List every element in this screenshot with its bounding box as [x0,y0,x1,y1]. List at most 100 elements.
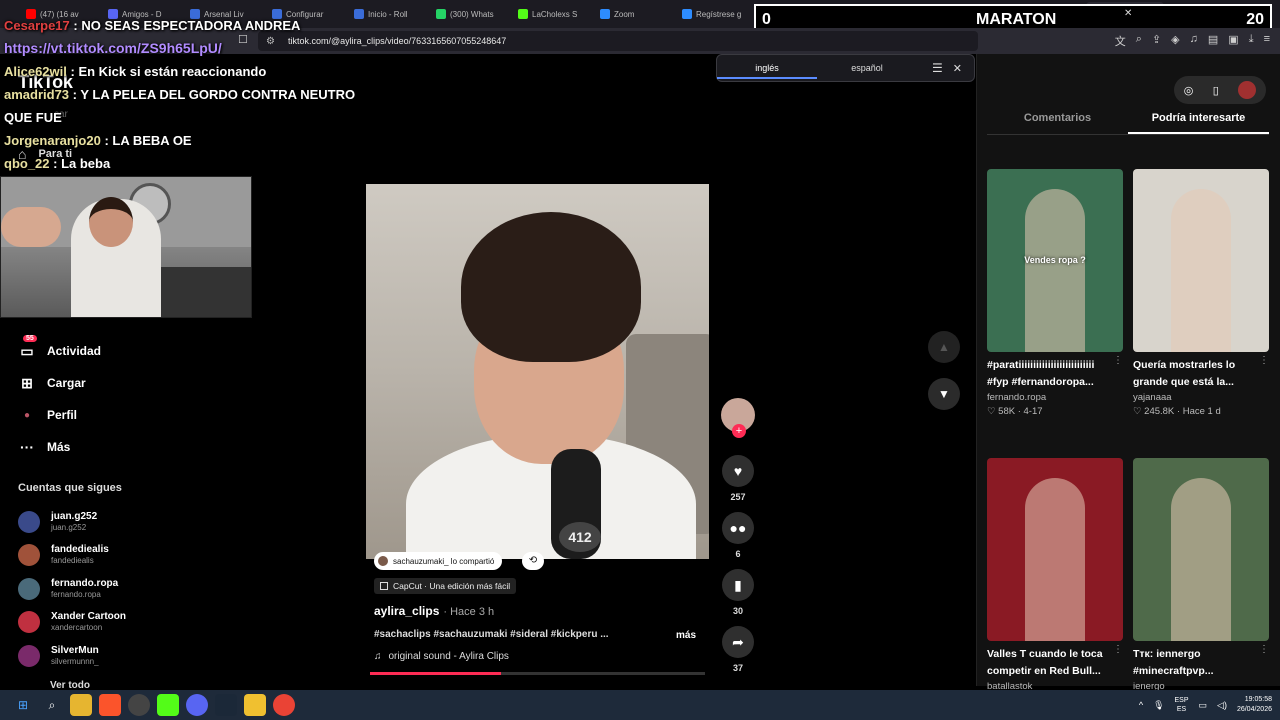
video-thumbnail[interactable] [987,458,1123,641]
recommended-video-card[interactable]: Valles T cuando le toca competir en Red … [987,458,1123,706]
card-title[interactable]: #paratiiiiiiiiiiiiiiiiiiiiiiiiii #fyp #f… [987,357,1123,391]
comment-icon: ●● [722,512,754,544]
sidebar-icon[interactable]: ▤ [1208,33,1218,49]
card-author[interactable]: fernando.ropa [987,392,1123,403]
heart-outline-icon: ♡ [987,406,999,417]
stream-chat-overlay: Cesarpe17 : NO SEAS ESPECTADORA ANDREA ht… [4,14,355,175]
more-options-icon[interactable]: ⋮ [1259,355,1269,366]
url-field[interactable]: ⚙ tiktok.com/@aylira_clips/video/7633165… [258,31,978,51]
discord-icon[interactable] [186,694,208,716]
mic-icon[interactable]: 🎙 [1153,700,1164,711]
browser-tab[interactable]: (300) Whats [430,2,508,26]
browser-tab[interactable]: Zoom [594,2,672,26]
volume-icon[interactable]: ◁) [1217,700,1227,711]
comment-button[interactable]: ●● 6 [722,512,754,559]
profile-icon: ● [23,409,31,421]
video-player[interactable]: 412 [366,184,709,559]
following-item[interactable]: SilverMun silvermunnn_ [18,639,238,673]
recommended-video-card[interactable]: Quería mostrarles lo grande que está la.… [1133,169,1269,417]
author-name[interactable]: aylira_clips [374,604,439,618]
obs-icon[interactable] [128,694,150,716]
repost-icon[interactable]: ⟲ [522,552,544,570]
download-icon[interactable]: ⤓ [1249,33,1254,49]
chat-text: En Kick si están reaccionando [78,64,267,79]
following-item[interactable]: Xander Cartoon xandercartoon [18,606,238,640]
language-indicator[interactable]: ESP ES [1175,696,1189,714]
sidebar-item-profile[interactable]: ● Perfil [18,399,238,431]
browser-tab[interactable]: Inicio - Roll [348,2,426,26]
chrome-icon[interactable] [273,694,295,716]
creator-avatar[interactable]: + [721,398,755,438]
music-icon[interactable]: ♫ [1190,33,1198,49]
phone-icon[interactable]: ▯ [1213,84,1219,97]
video-thumbnail[interactable]: Vendes ropa ? [987,169,1123,352]
more-options-icon[interactable]: ⋮ [1113,355,1123,366]
card-title[interactable]: Tтк: iennergo #minecraftpvp... [1133,646,1269,680]
video-progress-bar[interactable] [370,672,705,675]
following-name: fernando.ropa [51,577,119,589]
brave-icon[interactable] [99,694,121,716]
chat-message: Jorgenaranjo20 : LA BEBA OE [4,129,355,152]
sidebar-item-activity[interactable]: ▭ 55 Actividad [18,335,238,367]
following-title: Cuentas que sigues [18,482,122,494]
sharer-avatar [378,556,388,566]
user-avatar[interactable] [1238,81,1257,99]
shield-icon[interactable]: ◈ [1171,33,1179,49]
clock[interactable]: 19:05:58 26/04/2026 [1237,695,1272,715]
tab-close-icon[interactable]: ✕ [1124,8,1132,19]
like-button[interactable]: ♥ 257 [722,455,754,502]
windows-start-icon[interactable]: ⊞ [12,694,34,716]
prev-video-button[interactable]: ▲ [928,331,960,363]
compass-icon[interactable]: ◎ [1184,84,1194,97]
translate-option-english[interactable]: inglés [717,63,817,79]
translate-icon[interactable]: 文 [1115,33,1126,49]
close-icon[interactable]: ✕ [953,62,962,75]
chevron-up-icon[interactable]: ^ [1139,700,1143,710]
kick-icon[interactable] [157,694,179,716]
sidebar-item-more[interactable]: ··· Más [18,431,238,463]
card-author[interactable]: yajanaaa [1133,392,1269,403]
browser-tab[interactable]: LaCholexs S [512,2,590,26]
menu-icon[interactable]: ≡ [1264,33,1270,49]
avatar [18,544,40,567]
translate-menu-icon[interactable]: ☰ [932,61,943,75]
card-stats: ♡ 245.8K · Hace 1 d [1133,406,1221,417]
tab-comments[interactable]: Comentarios [987,112,1128,134]
tab-recommended[interactable]: Podría interesarte [1128,112,1269,134]
shared-by-chip[interactable]: sachauzumaki_ lo compartió [374,552,503,570]
following-item[interactable]: fernando.ropa fernando.ropa [18,572,238,606]
following-item[interactable]: juan.g252 juan.g252 [18,505,238,539]
following-item[interactable]: fandediealis fandediealis [18,539,238,573]
video-thumbnail[interactable] [1133,169,1269,352]
card-likes: 245.8K [1144,406,1175,417]
more-options-icon[interactable]: ⋮ [1113,644,1123,655]
recommended-video-card[interactable]: Tтк: iennergo #minecraftpvp...⋮ienergo♡ … [1133,458,1269,706]
follow-plus-icon[interactable]: + [732,424,746,438]
next-video-button[interactable]: ▼ [928,378,960,410]
more-button[interactable]: más [676,630,696,641]
sound-link[interactable]: ♫ original sound - Aylira Clips [374,651,509,662]
steam-icon[interactable] [215,694,237,716]
card-title[interactable]: Quería mostrarles lo grande que está la.… [1133,357,1269,391]
share-button[interactable]: ➦ 37 [722,626,754,673]
card-title[interactable]: Valles T cuando le toca competir en Red … [987,646,1123,680]
video-thumbnail[interactable] [1133,458,1269,641]
save-count: 30 [732,606,743,616]
wallet-icon[interactable]: ▣ [1228,33,1238,49]
network-icon[interactable]: ▭ [1199,700,1208,711]
capcut-chip[interactable]: CapCut · Una edición más fácil [374,578,517,594]
save-button[interactable]: ▮ 30 [722,569,754,616]
search-icon[interactable]: ⌕ [41,694,63,716]
app-icon[interactable] [244,694,266,716]
recommended-video-card[interactable]: Vendes ropa ? #paratiiiiiiiiiiiiiiiiiiiii… [987,169,1123,417]
sidebar-item-upload[interactable]: ⊞ Cargar [18,367,238,399]
more-options-icon[interactable]: ⋮ [1259,644,1269,655]
file-explorer-icon[interactable] [70,694,92,716]
video-author[interactable]: aylira_clips · Hace 3 h [374,604,494,618]
taskbar: ⊞ ⌕ ^ 🎙 ESP ES ▭ ◁) 19:05:58 26/04/2026 [0,690,1280,720]
browser-tab[interactable]: Regístrese g [676,2,754,26]
video-hashtags[interactable]: #sachaclips #sachauzumaki #sideral #kick… [374,629,609,640]
translate-option-spanish[interactable]: español [817,63,917,73]
share-icon[interactable]: ⇪ [1152,33,1161,49]
zoom-icon[interactable]: ⌕ [1136,33,1142,49]
